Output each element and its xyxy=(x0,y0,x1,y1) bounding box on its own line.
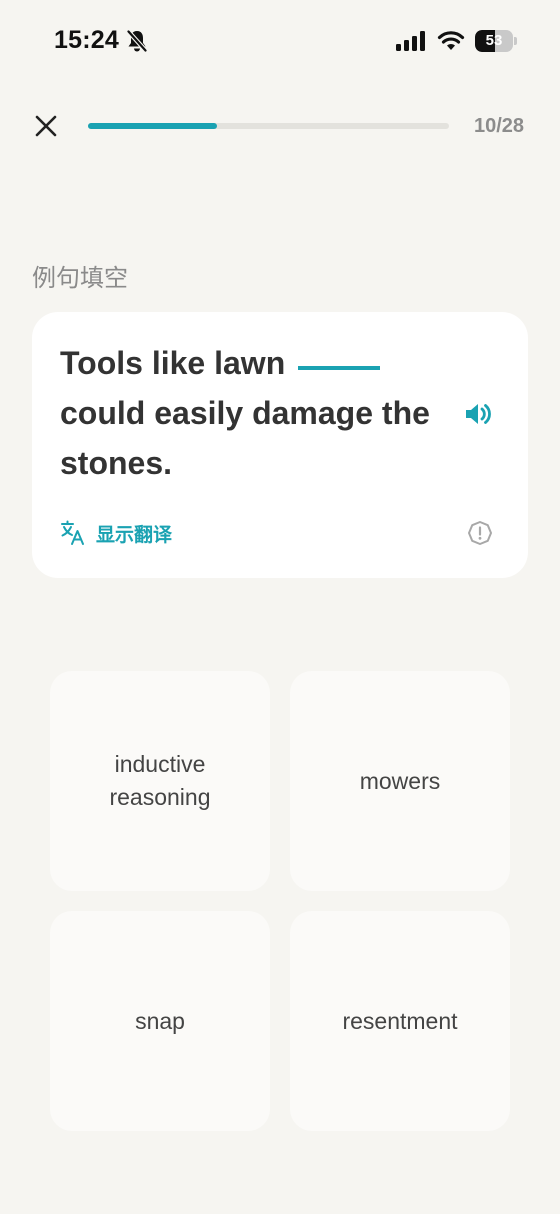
progress-bar xyxy=(88,123,449,129)
answer-option-label: snap xyxy=(135,1007,185,1034)
question-sentence: Tools like lawn could easily damage the … xyxy=(60,338,450,488)
battery-level: 53 xyxy=(485,32,503,49)
close-icon xyxy=(35,115,57,137)
progress-count: 10/28 xyxy=(474,115,525,137)
battery-cap xyxy=(514,37,517,45)
wifi-icon xyxy=(437,30,465,57)
play-audio-button[interactable] xyxy=(462,398,494,430)
bell-slash-icon xyxy=(126,29,148,58)
battery-body: 53 xyxy=(475,30,513,52)
section-label: 例句填空 xyxy=(32,265,128,292)
answer-option[interactable]: mowers xyxy=(290,671,510,891)
show-translation-button[interactable]: 显示翻译 xyxy=(60,519,172,547)
translate-icon xyxy=(61,520,84,545)
answer-blank xyxy=(298,366,381,370)
screen: 15:24 53 10/28 例句填空 Tools like lawn coul… xyxy=(0,0,560,1214)
battery-icon: 53 xyxy=(475,30,517,52)
answer-option[interactable]: inductive reasoning xyxy=(50,671,270,891)
status-time: 15:24 xyxy=(54,26,119,54)
show-translation-label: 显示翻译 xyxy=(96,524,173,546)
status-bar: 15:24 53 xyxy=(0,0,560,84)
question-card: Tools like lawn could easily damage the … xyxy=(32,312,528,578)
report-button[interactable] xyxy=(467,520,493,546)
answer-option-label: resentment xyxy=(342,1007,458,1034)
answer-option-label: inductive reasoning xyxy=(109,751,211,810)
cellular-signal-icon xyxy=(396,31,426,56)
sentence-after: could easily damage the stones. xyxy=(60,395,430,481)
answer-option-label: mowers xyxy=(359,767,441,794)
sentence-before: Tools like lawn xyxy=(60,345,286,381)
answer-option[interactable]: resentment xyxy=(290,911,510,1131)
answer-option[interactable]: snap xyxy=(50,911,270,1131)
speaker-icon xyxy=(466,404,491,424)
report-icon xyxy=(468,521,492,545)
progress-fill xyxy=(88,123,217,129)
close-button[interactable] xyxy=(30,110,62,142)
